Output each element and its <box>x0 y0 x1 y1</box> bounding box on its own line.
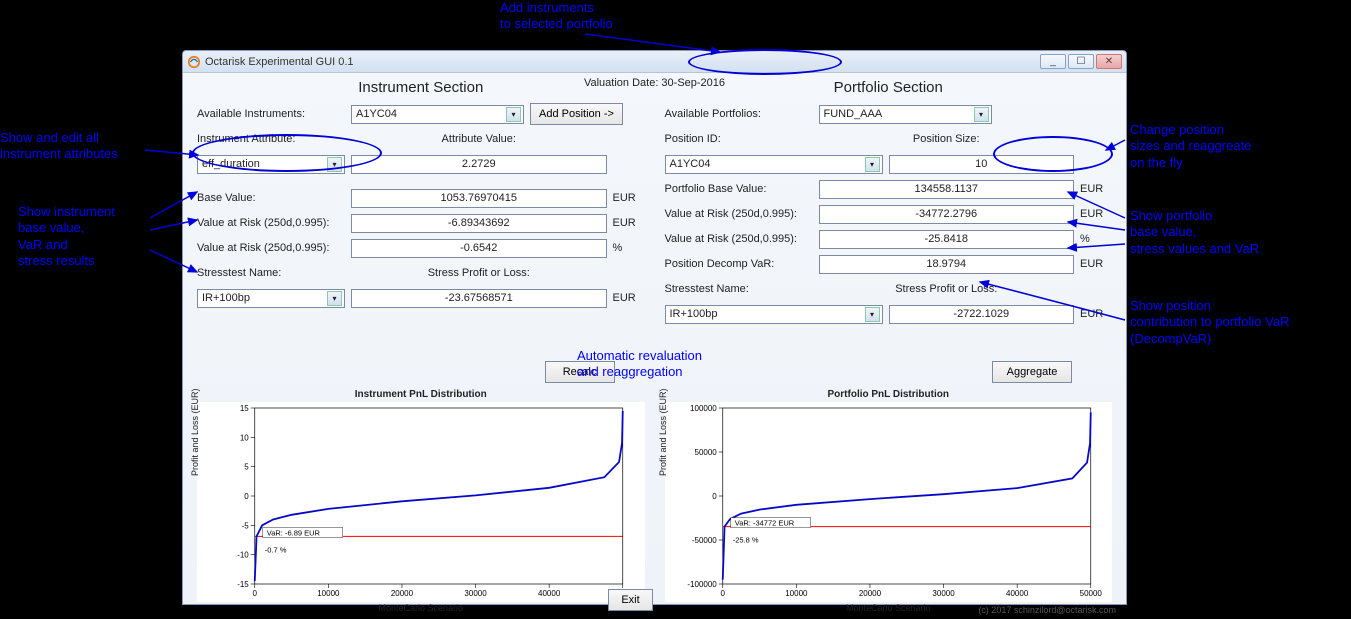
portfolio-base-field: 134558.1137 <box>819 180 1075 199</box>
titlebar[interactable]: Octarisk Experimental GUI 0.1 _ ☐ ✕ <box>183 51 1126 73</box>
position-id-label: Position ID: <box>665 133 813 145</box>
attribute-value-label: Attribute Value: <box>351 133 607 145</box>
svg-text:-50000: -50000 <box>691 536 716 545</box>
svg-text:-15: -15 <box>237 580 249 589</box>
portfolio-pnl-chart: Portfolio PnL Distribution Profit and Lo… <box>665 389 1113 613</box>
instrument-attribute-select[interactable]: eff_duration ▾ <box>197 155 345 174</box>
svg-text:100000: 100000 <box>690 404 717 413</box>
portfolio-var-pct-unit: % <box>1080 233 1112 245</box>
var-abs-label: Value at Risk (250d,0.995): <box>197 217 345 229</box>
chevron-down-icon: ▾ <box>974 107 989 122</box>
svg-text:10: 10 <box>240 433 249 442</box>
base-value-unit: EUR <box>613 192 645 204</box>
callout-auto-reval: Automatic revaluation and reaggregation <box>577 348 702 381</box>
svg-text:30000: 30000 <box>464 589 487 598</box>
instrument-attribute-label: Instrument Attribute: <box>197 133 345 145</box>
callout-position-size: Change position sizes and reaggreate on … <box>1130 122 1251 171</box>
decomp-var-unit: EUR <box>1080 258 1112 270</box>
portfolio-stress-unit: EUR <box>1080 308 1112 320</box>
chevron-down-icon: ▾ <box>327 157 342 172</box>
attribute-value-field[interactable]: 2.2729 <box>351 155 607 174</box>
svg-text:-5: -5 <box>242 521 250 530</box>
minimize-button[interactable]: _ <box>1040 54 1066 69</box>
svg-text:30000: 30000 <box>932 589 955 598</box>
stresstest-select[interactable]: IR+100bp ▾ <box>197 289 345 308</box>
maximize-button[interactable]: ☐ <box>1068 54 1094 69</box>
var-pct-unit: % <box>613 242 645 254</box>
base-value-field: 1053.76970415 <box>351 189 607 208</box>
svg-text:40000: 40000 <box>538 589 561 598</box>
callout-instrument-attributes: Show and edit all instrument attributes <box>0 130 118 163</box>
var-pct-field: -0.6542 <box>351 239 607 258</box>
svg-text:50000: 50000 <box>1079 589 1102 598</box>
available-instruments-label: Available Instruments: <box>197 108 345 120</box>
portfolio-var-pct-label: Value at Risk (250d,0.995): <box>665 233 813 245</box>
footer-copyright: (c) 2017 schinzilord@octarisk.com <box>978 605 1116 615</box>
stress-pnl-field: -23.67568571 <box>351 289 607 308</box>
valuation-date: Valuation Date: 30-Sep-2016 <box>183 77 1126 89</box>
svg-text:0: 0 <box>720 589 725 598</box>
portfolio-var-abs-unit: EUR <box>1080 208 1112 220</box>
svg-text:40000: 40000 <box>1006 589 1029 598</box>
portfolio-stress-value-field: -2722.1029 <box>889 305 1075 324</box>
decomp-var-label: Position Decomp VaR: <box>665 258 813 270</box>
position-size-label: Position Size: <box>819 133 1075 145</box>
available-portfolios-select[interactable]: FUND_AAA ▾ <box>819 105 992 124</box>
portfolio-section: Portfolio Section Available Portfolios: … <box>665 79 1113 325</box>
svg-text:-0.7 %: -0.7 % <box>265 545 287 554</box>
callout-decomp-var: Show position contribution to portfolio … <box>1130 298 1289 347</box>
var-pct-label: Value at Risk (250d,0.995): <box>197 242 345 254</box>
base-value-label: Base Value: <box>197 192 345 204</box>
close-button[interactable]: ✕ <box>1096 54 1122 69</box>
svg-text:10000: 10000 <box>317 589 340 598</box>
available-portfolios-label: Available Portfolios: <box>665 108 813 120</box>
svg-text:0: 0 <box>253 589 258 598</box>
portfolio-stress-select[interactable]: IR+100bp ▾ <box>665 305 883 324</box>
add-position-button[interactable]: Add Position -> <box>530 103 623 125</box>
portfolio-var-abs-field: -34772.2796 <box>819 205 1075 224</box>
position-size-field[interactable]: 10 <box>889 155 1075 174</box>
svg-text:20000: 20000 <box>391 589 414 598</box>
app-icon <box>187 55 201 69</box>
callout-add-instruments: Add instruments to selected portfolio <box>500 0 613 33</box>
decomp-var-field: 18.9794 <box>819 255 1075 274</box>
svg-text:VaR: -34772 EUR: VaR: -34772 EUR <box>734 519 794 528</box>
portfolio-stress-pnl-label: Stress Profit or Loss: <box>819 283 1075 295</box>
portfolio-var-abs-label: Value at Risk (250d,0.995): <box>665 208 813 220</box>
callout-portfolio-values: Show portfolio base value, stress values… <box>1130 208 1259 257</box>
stresstest-name-label: Stresstest Name: <box>197 267 345 279</box>
chevron-down-icon: ▾ <box>865 307 880 322</box>
exit-button[interactable]: Exit <box>608 589 653 611</box>
svg-text:0: 0 <box>244 492 249 501</box>
instrument-section: Instrument Section Available Instruments… <box>197 79 645 325</box>
stress-pnl-unit: EUR <box>613 292 645 304</box>
callout-instrument-values: Show instrument base value, VaR and stre… <box>18 204 115 269</box>
instrument-pnl-chart: Instrument PnL Distribution Profit and L… <box>197 389 645 613</box>
svg-text:5: 5 <box>244 463 249 472</box>
portfolio-stress-label: Stresstest Name: <box>665 283 813 295</box>
app-window: Octarisk Experimental GUI 0.1 _ ☐ ✕ Inst… <box>182 50 1127 605</box>
svg-text:-25.8 %: -25.8 % <box>732 536 758 545</box>
position-id-select[interactable]: A1YC04 ▾ <box>665 155 883 174</box>
svg-text:-10: -10 <box>237 551 249 560</box>
svg-text:20000: 20000 <box>858 589 881 598</box>
stress-pnl-label: Stress Profit or Loss: <box>351 267 607 279</box>
var-abs-field: -6.89343692 <box>351 214 607 233</box>
svg-text:15: 15 <box>240 404 249 413</box>
chevron-down-icon: ▾ <box>506 107 521 122</box>
available-instruments-select[interactable]: A1YC04 ▾ <box>351 105 524 124</box>
aggregate-button[interactable]: Aggregate <box>992 361 1072 383</box>
svg-text:0: 0 <box>712 492 717 501</box>
portfolio-var-pct-field: -25.8418 <box>819 230 1075 249</box>
chevron-down-icon: ▾ <box>327 291 342 306</box>
portfolio-base-label: Portfolio Base Value: <box>665 183 813 195</box>
svg-text:-100000: -100000 <box>687 580 717 589</box>
window-title: Octarisk Experimental GUI 0.1 <box>205 56 1040 68</box>
portfolio-base-unit: EUR <box>1080 183 1112 195</box>
chevron-down-icon: ▾ <box>865 157 880 172</box>
svg-text:10000: 10000 <box>785 589 808 598</box>
svg-text:50000: 50000 <box>694 448 717 457</box>
var-abs-unit: EUR <box>613 217 645 229</box>
svg-text:VaR: -6.89 EUR: VaR: -6.89 EUR <box>267 528 321 537</box>
